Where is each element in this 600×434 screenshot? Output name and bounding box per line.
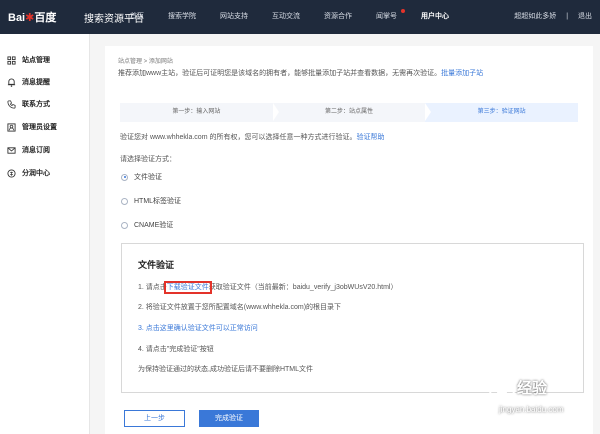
- sidebar-item-label: 站点管理: [22, 57, 50, 64]
- option-label: 文件验证: [134, 174, 162, 181]
- step-progress: 第一步：输入网站 第二步：站点属性 第三步：验证网站: [120, 103, 579, 122]
- sidebar: 站点管理 消息提醒 联系方式 管理员设置 消息订阅 分润中心: [0, 34, 90, 434]
- logo-suffix: 百度: [34, 12, 57, 24]
- check-file-access-link[interactable]: 3. 点击这里确认验证文件可以正常访问: [138, 325, 258, 332]
- step-3-current: 第三步：验证网站: [425, 103, 579, 122]
- radio-unchecked[interactable]: [121, 221, 128, 229]
- step-arrow-icon: [425, 103, 432, 121]
- option-cname-verification[interactable]: CNAME验证: [121, 220, 173, 230]
- step-label: 第二步：站点属性: [325, 109, 374, 115]
- subscribe-icon: [7, 146, 16, 154]
- keep-file-note: 为保持验证通过的状态,成功验证后请不要删除HTML文件: [138, 366, 313, 373]
- nav-item-home[interactable]: 首页: [118, 0, 156, 34]
- logout-link[interactable]: 退出: [578, 13, 592, 20]
- paw-icon: ✱: [25, 12, 35, 24]
- batch-add-subsite-link[interactable]: 批量添加子站: [441, 70, 483, 77]
- choose-method-label: 请选择验证方式：: [120, 156, 176, 163]
- step-1: 第一步：输入网站: [120, 103, 279, 122]
- watermark: 经验 jingyan.baidu.com: [489, 373, 597, 427]
- baidu-logo[interactable]: Bai✱百度: [8, 9, 56, 25]
- step-label: 第三步：验证网站: [477, 109, 526, 115]
- previous-step-button[interactable]: 上一步: [124, 410, 185, 427]
- intro-text: 推荐添加www主站，验证后可证明您是该域名的拥有者，能够批量添加子站并查看数据，…: [118, 68, 483, 78]
- nav-item-academy[interactable]: 搜索学院: [156, 0, 208, 34]
- bell-icon: [7, 78, 16, 87]
- nav-item-media[interactable]: 闻掌号: [364, 0, 409, 34]
- sidebar-item-label: 联系方式: [22, 101, 50, 108]
- notification-dot-icon: [401, 9, 405, 13]
- verify-ownership-text: 验证您对 www.whhekla.com 的所有权，您可以选择任意一种方式进行验…: [120, 132, 384, 142]
- nav-item-community[interactable]: 互动交流: [260, 0, 312, 34]
- panel-title: 文件验证: [138, 260, 175, 270]
- phone-icon: [7, 99, 16, 109]
- step-arrow-icon: [272, 103, 279, 121]
- download-verification-file-link[interactable]: 下载验证文件: [163, 281, 212, 294]
- nav-label: 资源合作: [324, 13, 352, 20]
- verify-description: 验证您对 www.whhekla.com 的所有权，您可以选择任意一种方式进行验…: [120, 134, 357, 141]
- baidu-paw-watermark-icon: [489, 377, 515, 403]
- intro-description: 推荐添加www主站，验证后可证明您是该域名的拥有者，能够批量添加子站并查看数据，…: [118, 70, 442, 77]
- sidebar-item-site-management[interactable]: 站点管理: [0, 50, 90, 70]
- nav-label: 用户中心: [421, 13, 449, 20]
- sidebar-item-subscriptions[interactable]: 消息订阅: [0, 140, 90, 160]
- site-icon: [7, 55, 16, 65]
- nav-item-user-center[interactable]: 用户中心: [409, 0, 461, 34]
- sidebar-item-label: 管理员设置: [22, 124, 57, 131]
- nav-item-support[interactable]: 网站支持: [208, 0, 260, 34]
- option-html-tag-verification[interactable]: HTML标签验证: [121, 196, 181, 206]
- sidebar-item-messages[interactable]: 消息提醒: [0, 72, 90, 92]
- sidebar-item-admin-settings[interactable]: 管理员设置: [0, 117, 90, 137]
- verify-help-link[interactable]: 验证帮助: [356, 134, 384, 141]
- user-area: 超超如此多娇 | 退出: [506, 0, 592, 34]
- file-verification-panel: 文件验证 1. 请点击下载验证文件获取验证文件（当前最新：baidu_verif…: [121, 243, 584, 393]
- instruction-step-1: 1. 请点击下载验证文件获取验证文件（当前最新：baidu_verify_j3o…: [138, 281, 398, 294]
- sidebar-item-label: 消息订阅: [22, 147, 50, 154]
- complete-verification-button[interactable]: 完成验证: [199, 410, 259, 427]
- watermark-text: 经验: [517, 380, 548, 397]
- step1-prefix: 1. 请点击: [138, 284, 167, 291]
- instruction-step-4: 4. 请点击"完成验证"按钮: [138, 346, 214, 353]
- nav-label: 搜索学院: [168, 13, 196, 20]
- username-link[interactable]: 超超如此多娇: [514, 13, 556, 20]
- radio-unchecked[interactable]: [121, 197, 128, 205]
- watermark-url: jingyan.baidu.com: [499, 405, 564, 414]
- separator: |: [566, 13, 569, 20]
- sidebar-item-label: 消息提醒: [22, 79, 50, 86]
- option-file-verification[interactable]: 文件验证: [121, 172, 162, 182]
- main-nav: 首页 搜索学院 网站支持 互动交流 资源合作 闻掌号 用户中心: [118, 0, 461, 34]
- breadcrumb: 站点管理 > 添加网站: [118, 59, 173, 65]
- admin-icon: [7, 122, 16, 132]
- step-label: 第一步：输入网站: [172, 109, 221, 115]
- nav-label: 首页: [130, 13, 144, 20]
- instruction-step-3: 3. 点击这里确认验证文件可以正常访问: [138, 323, 258, 333]
- step-2: 第二步：站点属性: [273, 103, 432, 122]
- top-navbar: Bai✱百度 搜索资源平台 首页 搜索学院 网站支持 互动交流 资源合作 闻掌号…: [0, 0, 600, 34]
- step1-suffix: 获取验证文件（当前最新：baidu_verify_j3obWUsV20.html…: [208, 284, 398, 291]
- sidebar-item-revenue-share[interactable]: 分润中心: [0, 163, 90, 183]
- nav-label: 闻掌号: [376, 13, 397, 20]
- option-label: HTML标签验证: [134, 198, 182, 205]
- logo-text: Bai: [8, 12, 26, 24]
- instruction-step-2: 2. 将验证文件放置于您所配置域名(www.whhekla.com)的根目录下: [138, 304, 342, 311]
- nav-label: 互动交流: [272, 13, 300, 20]
- nav-label: 网站支持: [220, 13, 248, 20]
- nav-item-resources[interactable]: 资源合作: [312, 0, 364, 34]
- option-label: CNAME验证: [134, 222, 174, 229]
- sidebar-item-label: 分润中心: [22, 170, 50, 177]
- radio-checked[interactable]: [121, 173, 128, 181]
- share-icon: [7, 168, 16, 178]
- sidebar-item-contact[interactable]: 联系方式: [0, 94, 90, 114]
